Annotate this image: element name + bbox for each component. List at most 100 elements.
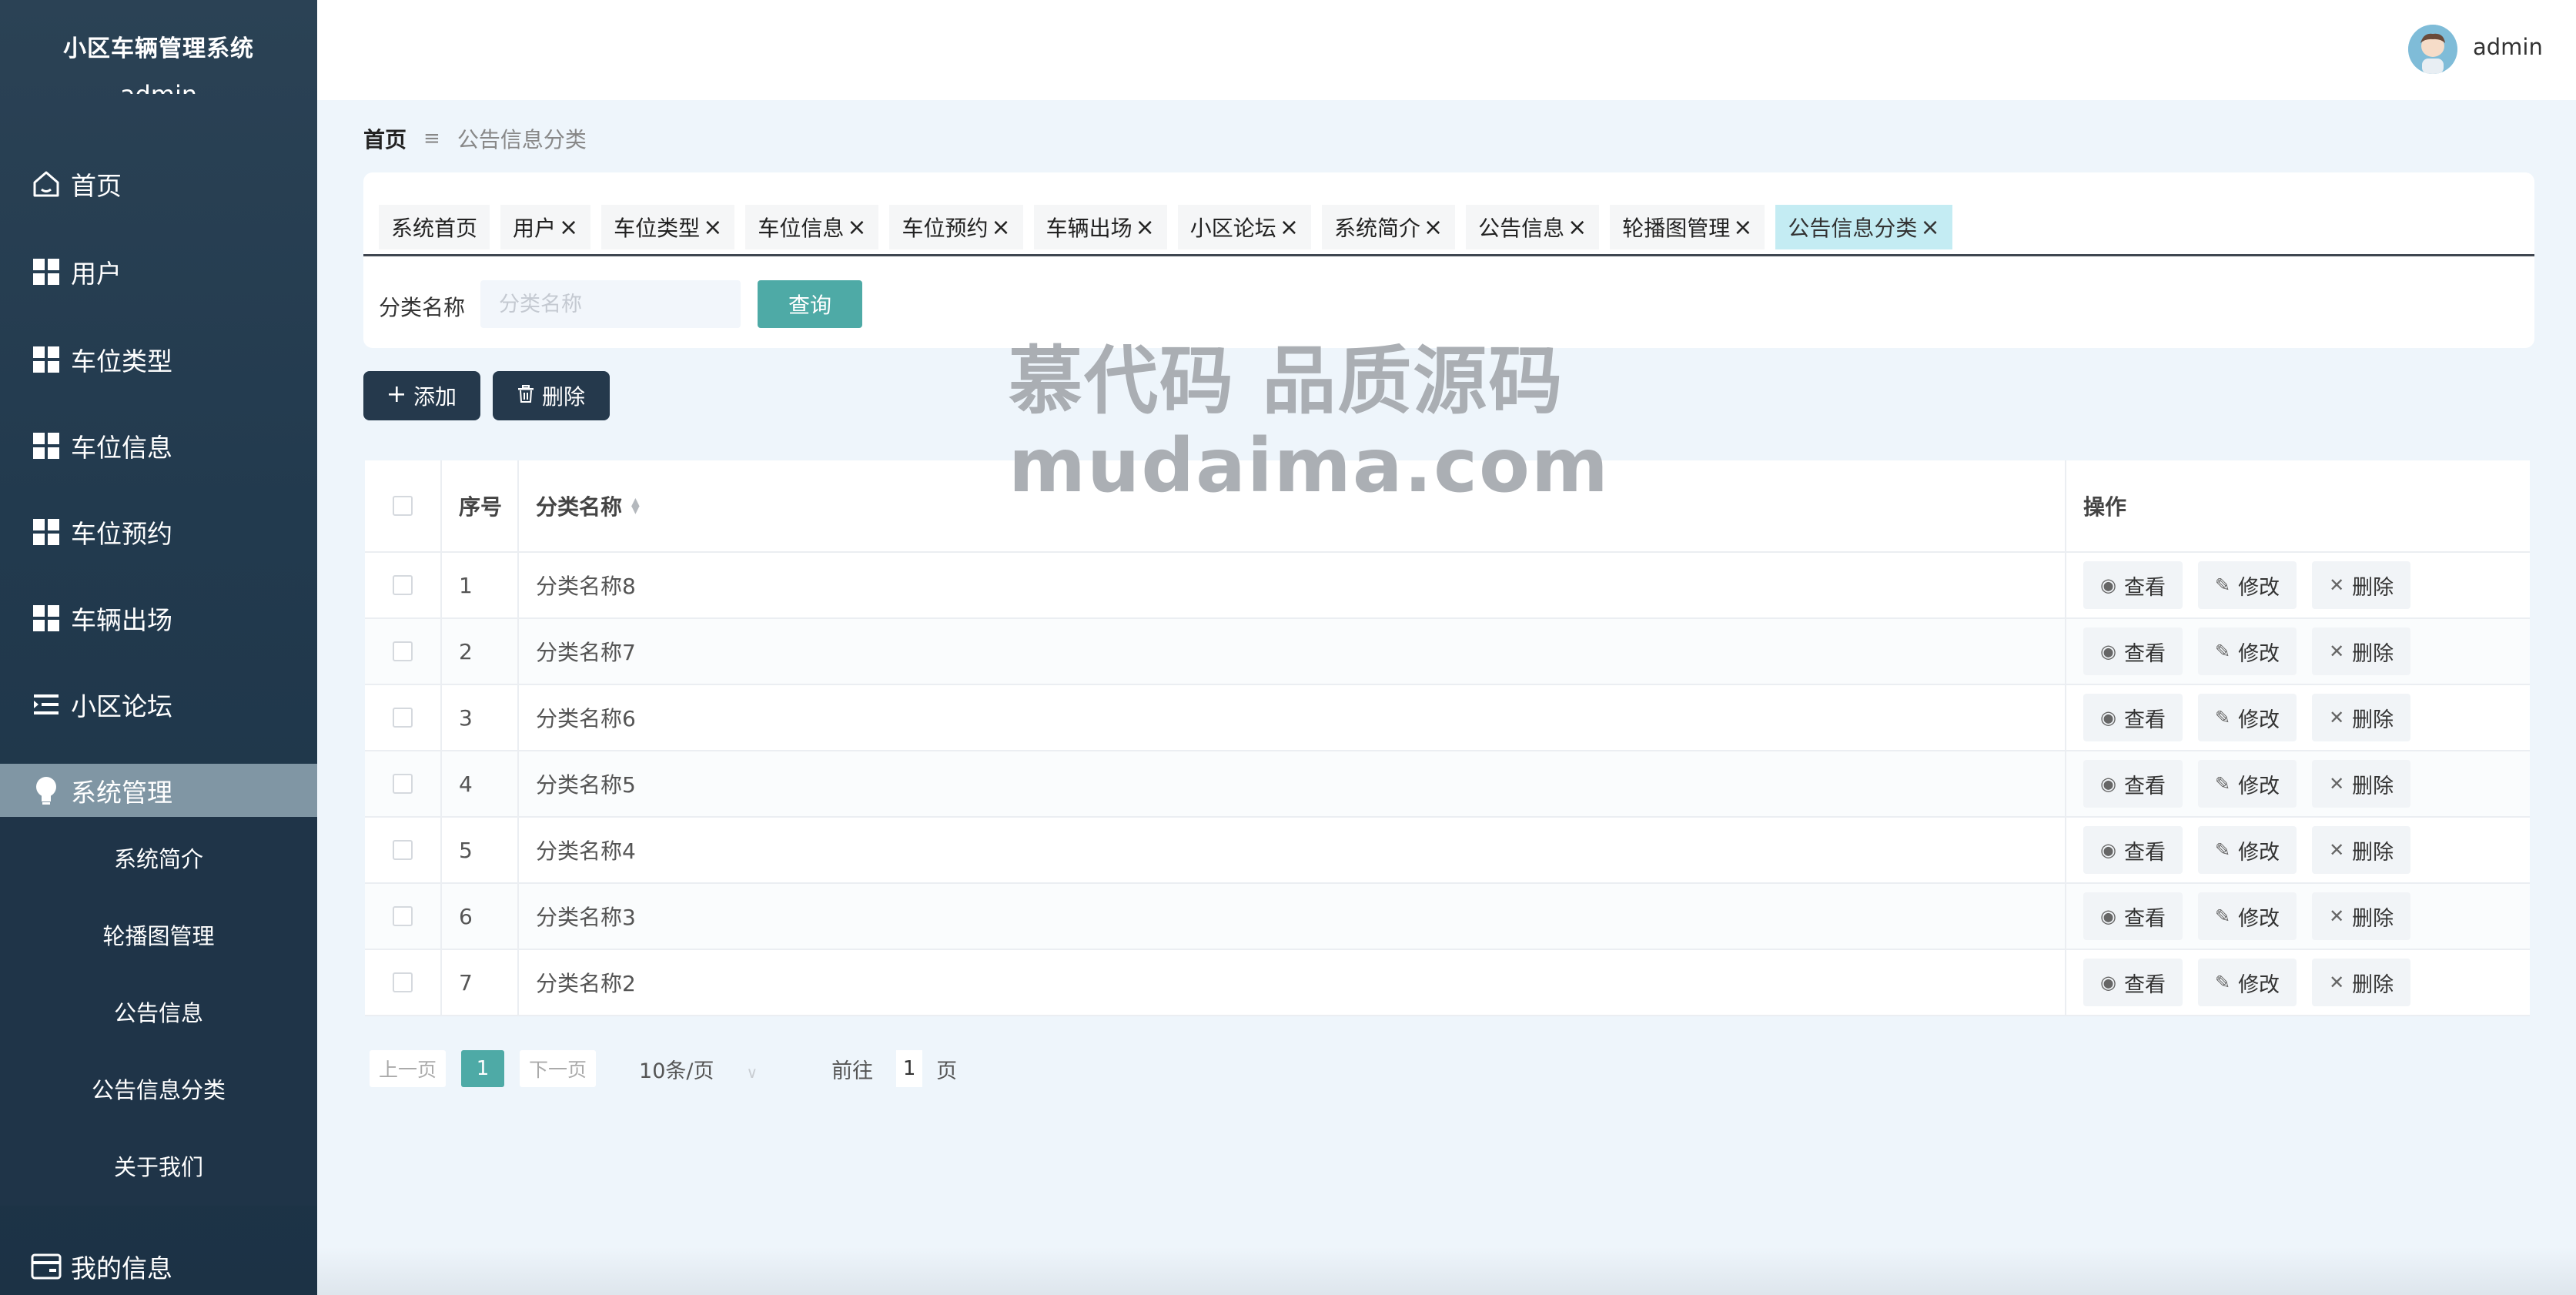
close-icon[interactable]: × (559, 214, 578, 241)
breadcrumb-home[interactable]: 首页 (363, 123, 406, 154)
sidebar-item-parking-type[interactable]: 车位类型 (0, 333, 317, 386)
page-number-current[interactable]: 1 (461, 1050, 505, 1087)
view-button[interactable]: ◉ 查看 (2083, 826, 2183, 874)
sort-icon[interactable]: ▲ ▼ (631, 497, 640, 515)
close-icon[interactable]: × (1567, 214, 1587, 241)
delete-label: 删除 (2352, 774, 2394, 798)
close-icon[interactable]: × (1733, 214, 1752, 241)
submenu-item-about-us[interactable]: 关于我们 (0, 1143, 317, 1189)
sidebar-item-label: 首页 (71, 171, 122, 201)
view-button[interactable]: ◉ 查看 (2083, 627, 2183, 675)
row-checkbox[interactable] (393, 972, 413, 992)
tab-parking-reservation[interactable]: 车位预约 × (889, 205, 1023, 249)
sidebar-item-system-management[interactable]: 系统管理 (0, 764, 317, 818)
close-icon[interactable]: × (847, 214, 866, 241)
close-icon[interactable]: × (703, 214, 722, 241)
row-checkbox-cell (365, 619, 442, 684)
row-checkbox[interactable] (393, 774, 413, 794)
edit-label: 修改 (2238, 641, 2280, 666)
sidebar-item-home[interactable]: 首页 (0, 157, 317, 211)
chevron-down-icon: ∨ (746, 1062, 758, 1082)
eye-icon: ◉ (2100, 641, 2116, 662)
edit-icon: ✎ (2214, 972, 2231, 993)
table-header-row: 序号 分类名称 ▲ ▼ 操作 (365, 460, 2530, 553)
page-size-select[interactable]: 10条/页 ∨ (639, 1054, 758, 1084)
delete-button[interactable]: ✕ 删除 (2312, 694, 2411, 741)
goto-label: 前往 (831, 1059, 874, 1083)
view-label: 查看 (2123, 708, 2166, 732)
delete-button[interactable]: ✕ 删除 (2312, 627, 2411, 675)
sidebar-item-users[interactable]: 用户 (0, 245, 317, 299)
view-label: 查看 (2123, 840, 2166, 865)
delete-button[interactable]: ✕ 删除 (2312, 826, 2411, 874)
avatar[interactable] (2408, 25, 2457, 74)
submenu-item-carousel[interactable]: 轮播图管理 (0, 912, 317, 958)
sidebar-item-parking-reservation[interactable]: 车位预约 (0, 505, 317, 559)
header-username[interactable]: admin (2473, 34, 2543, 60)
next-page-button[interactable]: 下一页 (520, 1050, 597, 1087)
close-icon[interactable]: × (1280, 214, 1299, 241)
view-button[interactable]: ◉ 查看 (2083, 892, 2183, 940)
row-checkbox[interactable] (393, 708, 413, 728)
delete-button[interactable]: ✕ 删除 (2312, 561, 2411, 609)
edit-button[interactable]: ✎ 修改 (2197, 561, 2297, 609)
row-name: 分类名称6 (519, 685, 2066, 750)
edit-button[interactable]: ✎ 修改 (2197, 892, 2297, 940)
search-button[interactable]: 查询 (758, 280, 862, 328)
delete-label: 删除 (2352, 641, 2394, 666)
tab-parking-info[interactable]: 车位信息 × (745, 205, 879, 249)
prev-page-button[interactable]: 上一页 (370, 1050, 447, 1087)
category-name-input[interactable] (480, 280, 741, 328)
submenu-item-notice[interactable]: 公告信息 (0, 989, 317, 1035)
view-button[interactable]: ◉ 查看 (2083, 959, 2183, 1006)
view-button[interactable]: ◉ 查看 (2083, 694, 2183, 741)
view-button[interactable]: ◉ 查看 (2083, 760, 2183, 808)
row-checkbox[interactable] (393, 840, 413, 860)
sidebar-item-forum[interactable]: 小区论坛 (0, 678, 317, 731)
delete-button[interactable]: ✕ 删除 (2312, 760, 2411, 808)
edit-button[interactable]: ✎ 修改 (2197, 694, 2297, 741)
row-ops: ◉ 查看 ✎ 修改 ✕ 删除 (2066, 751, 2530, 816)
tab-notice-category[interactable]: 公告信息分类 × (1775, 205, 1952, 249)
close-icon[interactable]: × (1423, 214, 1443, 241)
edit-button[interactable]: ✎ 修改 (2197, 959, 2297, 1006)
tab-system-home[interactable]: 系统首页 (379, 205, 490, 249)
tab-system-intro[interactable]: 系统简介 × (1321, 205, 1456, 249)
delete-button[interactable]: ✕ 删除 (2312, 892, 2411, 940)
delete-button[interactable]: ✕ 删除 (2312, 959, 2411, 1006)
select-all-checkbox-cell (365, 460, 442, 551)
sidebar-item-parking-info[interactable]: 车位信息 (0, 419, 317, 473)
bottom-shade (317, 1247, 2576, 1295)
table-row: 1 分类名称8 ◉ 查看 ✎ 修改 ✕ 删除 (365, 553, 2530, 619)
close-icon[interactable]: × (1920, 214, 1939, 241)
edit-button[interactable]: ✎ 修改 (2197, 627, 2297, 675)
submenu-item-system-intro[interactable]: 系统简介 (0, 835, 317, 881)
view-button[interactable]: ◉ 查看 (2083, 561, 2183, 609)
app-title: 小区车辆管理系统 (63, 35, 254, 62)
add-button[interactable]: 添加 (363, 371, 480, 420)
submenu-item-notice-category[interactable]: 公告信息分类 (0, 1066, 317, 1112)
batch-delete-button[interactable]: 删除 (493, 371, 610, 420)
sidebar-item-vehicle-exit[interactable]: 车辆出场 (0, 591, 317, 645)
row-name: 分类名称3 (519, 884, 2066, 949)
close-icon[interactable]: × (1136, 214, 1155, 241)
close-icon: ✕ (2329, 905, 2345, 927)
tab-notice[interactable]: 公告信息 × (1466, 205, 1600, 249)
select-all-checkbox[interactable] (393, 496, 413, 516)
row-checkbox[interactable] (393, 641, 413, 661)
breadcrumb: 首页 ≡ 公告信息分类 (363, 123, 587, 154)
tab-vehicle-exit[interactable]: 车辆出场 × (1033, 205, 1167, 249)
row-checkbox[interactable] (393, 906, 413, 926)
column-header-name[interactable]: 分类名称 ▲ ▼ (519, 460, 2066, 551)
edit-button[interactable]: ✎ 修改 (2197, 826, 2297, 874)
tab-carousel[interactable]: 轮播图管理 × (1610, 205, 1765, 249)
sidebar-item-label: 用户 (71, 259, 122, 289)
row-checkbox[interactable] (393, 575, 413, 595)
goto-page-input[interactable]: 1 (896, 1050, 923, 1087)
edit-button[interactable]: ✎ 修改 (2197, 760, 2297, 808)
close-icon[interactable]: × (992, 214, 1011, 241)
tab-parking-type[interactable]: 车位类型 × (601, 205, 735, 249)
sidebar-item-my-info[interactable]: 我的信息 (0, 1240, 317, 1293)
tab-forum[interactable]: 小区论坛 × (1177, 205, 1311, 249)
tab-users[interactable]: 用户 × (500, 205, 591, 249)
